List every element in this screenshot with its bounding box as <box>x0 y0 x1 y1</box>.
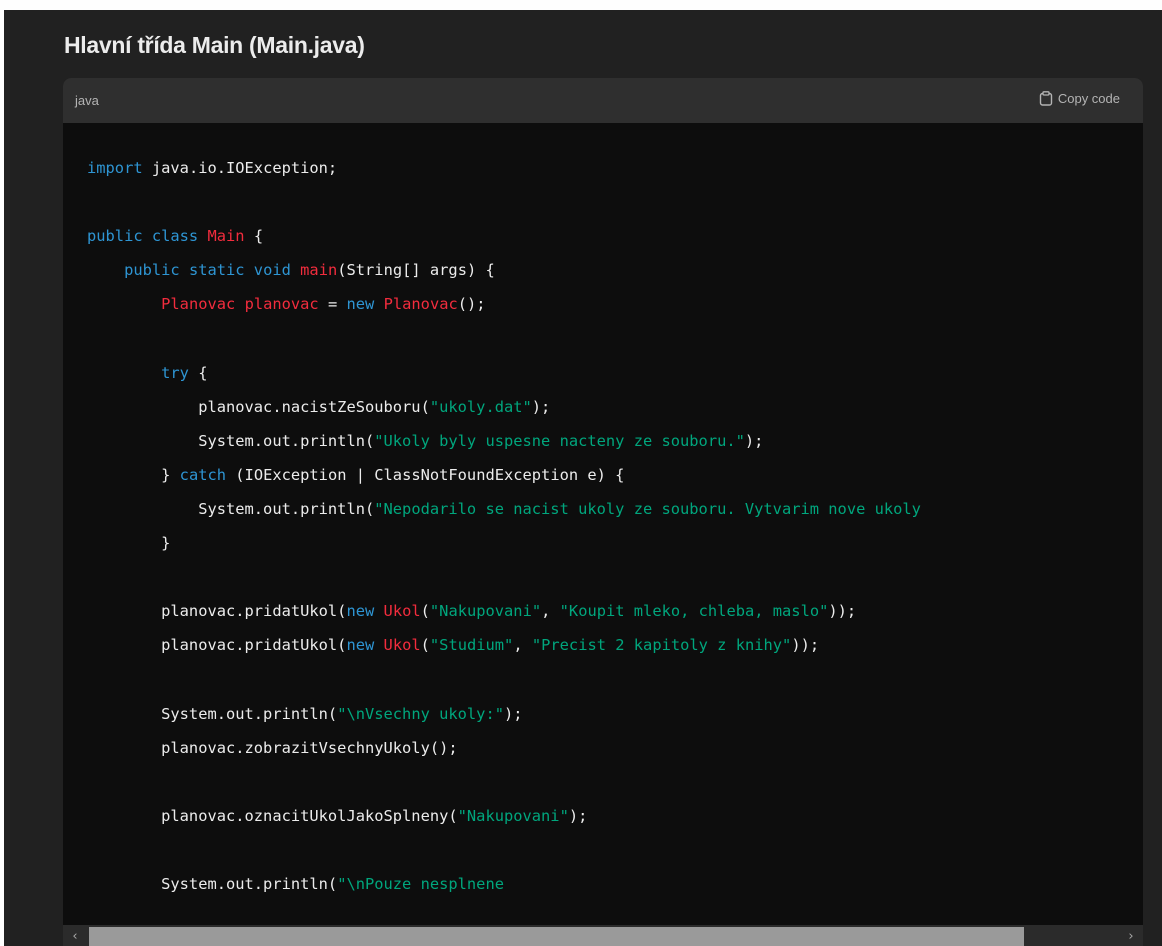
language-label: java <box>75 93 99 108</box>
code-token: = <box>318 295 347 314</box>
code-token: } <box>87 465 180 484</box>
code-token: { <box>188 363 208 382</box>
code-block: java Copy code import java.io.IOExceptio… <box>63 78 1143 946</box>
code-token: new <box>346 295 375 314</box>
code-line: public static void main(String[] args) { <box>87 253 921 287</box>
code-token: (String[] args) { <box>337 261 495 280</box>
code-token: "ukoly.dat" <box>429 397 532 416</box>
code-line: planovac.oznacitUkolJakoSplneny("Nakupov… <box>87 799 921 833</box>
code-line: try { <box>87 356 921 390</box>
code-line: planovac.zobrazitVsechnyUkoly(); <box>87 731 921 765</box>
scrollbar-thumb[interactable] <box>89 927 1024 946</box>
code-token: )); <box>791 636 820 655</box>
code-token: Ukol <box>383 602 421 621</box>
clipboard-icon <box>1039 91 1053 106</box>
code-line: System.out.println("Ukoly byly uspesne n… <box>87 424 921 458</box>
code-token: "Ukoly byly uspesne nacteny ze souboru." <box>374 431 745 450</box>
code-token: new <box>346 602 375 621</box>
code-token: (IOException | ClassNotFoundException e)… <box>226 465 625 484</box>
section-heading: Hlavní třída Main (Main.java) <box>64 32 365 58</box>
code-token: Main <box>207 227 245 246</box>
code-token: "Koupit mleko, chleba, maslo" <box>559 602 829 621</box>
code-token: System.out.println( <box>87 874 338 893</box>
code-content: import java.io.IOException; public class … <box>87 151 921 901</box>
code-line: planovac.pridatUkol(new Ukol("Nakupovani… <box>87 594 921 628</box>
code-block-header: java Copy code <box>63 78 1143 123</box>
code-token: ( <box>420 636 430 655</box>
code-token: "Nakupovani" <box>429 602 542 621</box>
code-token: import <box>87 159 143 177</box>
code-token: )); <box>828 602 857 621</box>
code-token: java.io.IOException; <box>142 159 338 177</box>
code-token: "\nPouze nesplnene <box>337 874 504 893</box>
code-line: System.out.println("\nVsechny ukoly:"); <box>87 697 921 731</box>
code-token: { <box>244 227 264 246</box>
code-token: "Nakupovani" <box>457 806 569 825</box>
code-token: planovac.pridatUkol( <box>87 636 347 655</box>
code-token: , <box>541 602 560 621</box>
code-token: new <box>346 636 375 655</box>
code-token: System.out.println( <box>87 704 338 723</box>
code-token: "Studium" <box>429 636 514 655</box>
code-token: public static void <box>124 261 291 280</box>
code-token: ); <box>744 431 764 450</box>
code-token: planovac.nacistZeSouboru( <box>87 397 430 416</box>
code-token: System.out.println( <box>87 499 375 518</box>
code-token: "Precist 2 kapitoly z knihy" <box>531 636 792 655</box>
code-line: } catch (IOException | ClassNotFoundExce… <box>87 458 921 492</box>
chat-message-area: Hlavní třída Main (Main.java) java Copy … <box>4 10 1162 946</box>
code-line: System.out.println("\nPouze nesplnene <box>87 867 921 901</box>
copy-code-button[interactable]: Copy code <box>1039 91 1120 106</box>
code-token: ); <box>568 806 588 825</box>
code-token: try <box>161 363 189 382</box>
code-line: planovac.nacistZeSouboru("ukoly.dat"); <box>87 390 921 424</box>
code-token: catch <box>179 465 227 484</box>
code-line: Planovac planovac = new Planovac(); <box>87 287 921 321</box>
code-token: planovac.zobrazitVsechnyUkoly(); <box>87 738 458 757</box>
code-token: (); <box>457 295 486 314</box>
scroll-right-arrow-icon[interactable]: › <box>1121 927 1141 946</box>
code-token: } <box>87 534 171 553</box>
code-token: Planovac <box>383 295 458 314</box>
code-token: "Nepodarilo se nacist ukoly ze souboru. … <box>374 499 921 518</box>
code-token: Planovac <box>161 295 236 314</box>
code-line: public class Main { <box>87 219 921 253</box>
code-line: planovac.pridatUkol(new Ukol("Studium", … <box>87 628 921 662</box>
code-viewport[interactable]: import java.io.IOException; public class … <box>63 123 1143 901</box>
code-token: ); <box>503 704 523 723</box>
code-line: } <box>87 526 921 560</box>
code-token: Ukol <box>383 636 421 655</box>
horizontal-scrollbar[interactable]: ‹ › <box>63 901 1143 946</box>
code-line: System.out.println("Nepodarilo se nacist… <box>87 492 921 526</box>
scrollbar-track[interactable]: ‹ › <box>63 925 1143 946</box>
code-token: , <box>513 636 532 655</box>
code-token: System.out.println( <box>87 431 375 450</box>
code-token: "\nVsechny ukoly:" <box>337 704 504 723</box>
code-line: import java.io.IOException; <box>87 151 921 185</box>
code-token: main <box>300 261 338 280</box>
code-token: planovac.pridatUkol( <box>87 602 347 621</box>
code-token: planovac.oznacitUkolJakoSplneny( <box>87 806 458 825</box>
code-token: public class <box>87 227 199 246</box>
code-token: planovac <box>244 295 319 314</box>
copy-code-label: Copy code <box>1057 91 1120 106</box>
code-token: ); <box>531 397 551 416</box>
code-token: ( <box>420 602 430 621</box>
scroll-left-arrow-icon[interactable]: ‹ <box>65 927 85 946</box>
